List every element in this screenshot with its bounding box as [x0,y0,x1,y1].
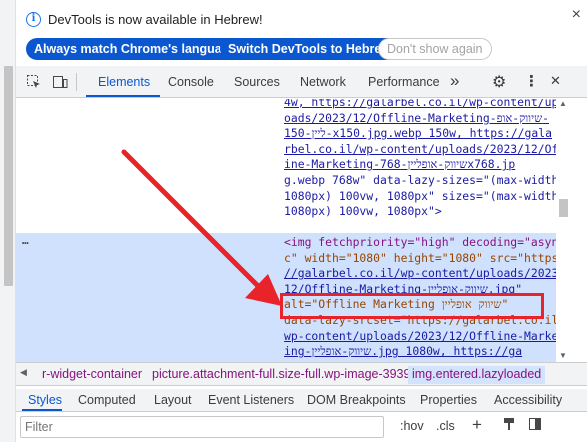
node-actions-dots[interactable]: … [22,233,29,249]
infobar-message: DevTools is now available in Hebrew! [48,12,263,27]
code-line: oads/2023/12/Offline-Marketing-שיווק-אופ… [284,110,550,125]
devtools-toolbar: Elements Console Sources Network Perform… [16,66,587,98]
code-line: ine-Marketing-שיווק-אופליין-768x768.jp [284,157,516,172]
chevron-left-icon[interactable]: ◀ [20,367,27,378]
active-tab-indicator [86,95,160,97]
code-line: <img fetchpriority="high" decoding="asyn [284,235,556,249]
language-infobar: i DevTools is now available in Hebrew! ×… [16,0,587,66]
close-devtools-icon[interactable]: ✕ [550,73,561,89]
breadcrumb-item[interactable]: r-widget-container [42,367,142,381]
sidebar-pane-tabs: Styles Computed Layout Event Listeners D… [16,389,587,412]
computed-styles-toggle-icon[interactable] [528,417,542,434]
tab-event-listeners[interactable]: Event Listeners [208,393,294,407]
scroll-down-icon[interactable]: ▼ [559,351,567,360]
breadcrumb: ◀ r-widget-container picture.attachment-… [16,362,587,386]
code-line: 4w, https://galarbel.co.il/wp-content/up… [284,99,556,109]
dom-tree-scrollbar-thumb[interactable] [559,199,568,217]
code-line: 150-ליין-x150.jpg.webp 150w, https://gal… [284,126,552,141]
tab-elements[interactable]: Elements [98,75,150,89]
info-icon: i [26,12,41,27]
code-line: ing-שיווק-אופליין.jpg 1080w, https://ga [284,344,523,359]
match-language-button[interactable]: Always match Chrome's language [26,38,245,60]
breadcrumb-item[interactable]: picture.attachment-full.size-full.wp-ima… [152,367,410,381]
tab-properties[interactable]: Properties [420,393,477,407]
tab-computed[interactable]: Computed [78,393,136,407]
dom-tree[interactable]: 4w, https://galarbel.co.il/wp-content/up… [16,99,556,362]
tab-accessibility[interactable]: Accessibility [494,393,562,407]
more-options-icon[interactable]: ⋮ [524,72,539,90]
close-icon[interactable]: × [572,6,581,24]
code-line: c" width="1080" height="1080" src="https… [284,250,556,265]
code-line: //galarbel.co.il/wp-content/uploads/2023… [284,266,556,281]
tab-layout[interactable]: Layout [154,393,192,407]
paint-brush-icon[interactable] [502,417,516,434]
tab-sources[interactable]: Sources [234,75,280,89]
code-line: wp-content/uploads/2023/12/Offline-Marke… [284,328,556,343]
code-line: g.webp 768w" data-lazy-sizes="(max-width… [284,173,556,187]
code-line: 1080px) 100vw, 1080px" sizes="(max-width… [284,188,556,203]
highlight-annotation-box [280,293,544,319]
dont-show-again-button[interactable]: Don't show again [378,38,492,60]
filter-input[interactable]: Filter [20,416,384,438]
tab-styles[interactable]: Styles [28,393,62,407]
code-line: rbel.co.il/wp-content/uploads/2023/12/Of… [284,141,556,156]
tab-performance[interactable]: Performance [368,75,440,89]
dom-node-previous[interactable]: 4w, https://galarbel.co.il/wp-content/up… [16,99,556,229]
scroll-up-icon[interactable]: ▲ [559,99,567,108]
tab-network[interactable]: Network [300,75,346,89]
more-tabs-icon[interactable]: » [450,71,459,91]
breadcrumb-item-active[interactable]: img.entered.lazyloaded [408,366,546,384]
switch-to-hebrew-button[interactable]: Switch DevTools to Hebrew [220,38,399,60]
tab-dom-breakpoints[interactable]: DOM Breakpoints [307,393,406,407]
page-scrollbar-thumb[interactable] [4,66,13,286]
settings-icon[interactable]: ⚙ [492,72,506,92]
styles-filter-bar: Filter :hov .cls + [16,412,587,442]
hover-state-toggle[interactable]: :hov [400,419,424,433]
code-line: 1080px) 100vw, 1080px"> [284,204,442,219]
toolbar-divider [76,73,77,91]
active-subtab-indicator [22,409,62,411]
tab-console[interactable]: Console [168,75,214,89]
device-toolbar-icon[interactable] [52,74,68,93]
page-scrollbar[interactable] [0,0,16,442]
class-toggle[interactable]: .cls [436,419,455,433]
inspect-element-icon[interactable] [26,74,42,93]
dom-tree-scrollbar[interactable]: ▲ ▼ [556,99,587,362]
new-style-rule-button[interactable]: + [472,415,482,435]
